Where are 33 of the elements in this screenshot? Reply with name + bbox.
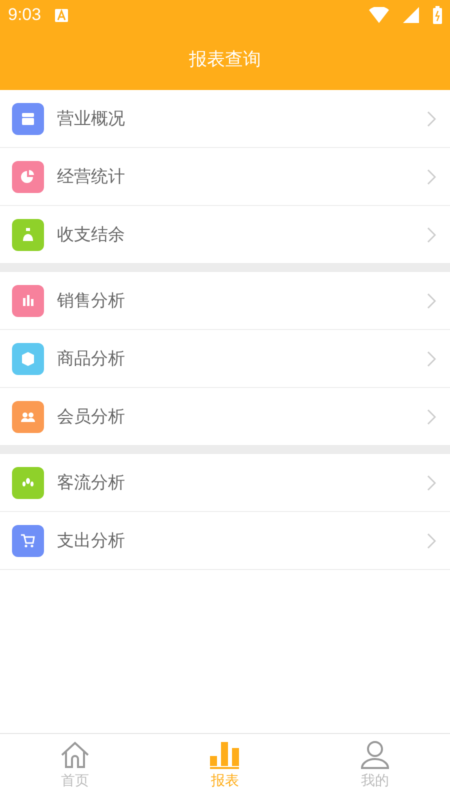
menu-label: 支出分析	[57, 530, 126, 552]
menu-label: 客流分析	[57, 472, 126, 494]
menu-item[interactable]: 营业概况	[0, 90, 450, 147]
menu-label: 销售分析	[57, 290, 126, 312]
status-time: 9:03	[8, 5, 42, 25]
menu-item[interactable]: 商品分析	[0, 329, 450, 387]
signal-icon	[403, 7, 419, 23]
menu-item[interactable]: 收支结余	[0, 205, 450, 263]
menu-label: 收支结余	[57, 224, 126, 246]
menu-item[interactable]: 销售分析	[0, 272, 450, 329]
person-icon	[359, 740, 391, 770]
chevron-right-icon	[427, 168, 436, 184]
chevron-right-icon	[427, 226, 436, 242]
page-title: 报表查询	[188, 48, 262, 72]
chevron-right-icon	[427, 532, 436, 548]
chevron-right-icon	[427, 292, 436, 308]
menu-label: 经营统计	[57, 166, 126, 188]
battery-icon	[433, 6, 442, 24]
menu-label: 商品分析	[57, 348, 126, 370]
menu-label: 营业概况	[57, 108, 126, 130]
chevron-right-icon	[427, 408, 436, 424]
menu-item[interactable]: 支出分析	[0, 511, 450, 569]
wifi-icon	[369, 7, 389, 23]
menu-item[interactable]: 客流分析	[0, 454, 450, 511]
menu-item[interactable]: 经营统计	[0, 147, 450, 205]
bar-chart-icon	[209, 740, 241, 770]
chevron-right-icon	[427, 350, 436, 366]
home-icon	[59, 740, 91, 770]
menu-label: 会员分析	[57, 406, 126, 428]
notification-icon	[55, 8, 68, 22]
chevron-right-icon	[427, 474, 436, 490]
chevron-right-icon	[427, 110, 436, 126]
menu-item[interactable]: 会员分析	[0, 387, 450, 445]
